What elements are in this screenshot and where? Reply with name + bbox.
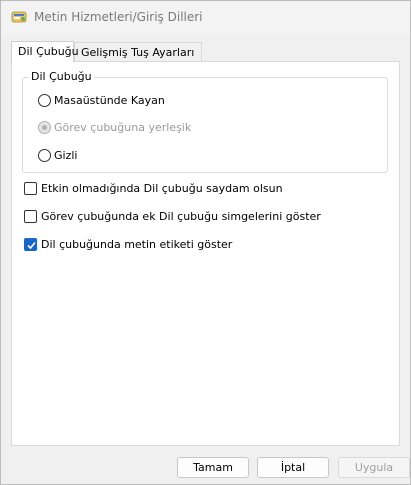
- radio-button: [38, 120, 51, 134]
- dialog-window: Metin Hizmetleri/Giriş Dilleri Dil Çubuğ…: [0, 0, 411, 485]
- tab-language-bar[interactable]: Dil Çubuğu: [11, 41, 79, 62]
- checkbox-label: Etkin olmadığında Dil çubuğu saydam olsu…: [41, 181, 283, 195]
- checkbox-label: Dil çubuğunda metin etiketi göster: [41, 237, 233, 251]
- language-settings-icon: [11, 9, 27, 25]
- group-legend: Dil Çubuğu: [29, 70, 94, 83]
- radio-label: Masaüstünde Kayan: [54, 93, 165, 107]
- tab-panel: Dil Çubuğu Masaüstünde Kayan Görev çubuğ…: [11, 61, 400, 446]
- window-title: Metin Hizmetleri/Giriş Dilleri: [34, 10, 203, 24]
- checkbox[interactable]: [24, 181, 37, 195]
- title-bar: Metin Hizmetleri/Giriş Dilleri: [1, 1, 410, 35]
- radio-floating-desktop[interactable]: Masaüstünde Kayan: [38, 92, 165, 108]
- checkmark-icon: [27, 241, 36, 249]
- checkbox-text-labels[interactable]: Dil çubuğunda metin etiketi göster: [24, 236, 232, 252]
- checkbox-transparent-inactive[interactable]: Etkin olmadığında Dil çubuğu saydam olsu…: [24, 180, 283, 196]
- radio-label: Gizli: [54, 148, 78, 162]
- radio-label: Görev çubuğuna yerleşik: [54, 120, 192, 134]
- checkbox-label: Görev çubuğunda ek Dil çubuğu simgelerin…: [41, 209, 321, 223]
- checkbox-extra-icons-taskbar[interactable]: Görev çubuğunda ek Dil çubuğu simgelerin…: [24, 208, 321, 224]
- checkbox[interactable]: [24, 209, 37, 223]
- language-bar-group: Dil Çubuğu Masaüstünde Kayan Görev çubuğ…: [22, 70, 388, 173]
- radio-hidden[interactable]: Gizli: [38, 147, 77, 163]
- ok-button[interactable]: Tamam: [177, 457, 249, 478]
- radio-button[interactable]: [38, 148, 51, 162]
- tab-strip: Dil Çubuğu Gelişmiş Tuş Ayarları: [11, 41, 400, 62]
- checkbox[interactable]: [24, 237, 37, 251]
- cancel-button[interactable]: İptal: [257, 457, 329, 478]
- tab-advanced-key-settings[interactable]: Gelişmiş Tuş Ayarları: [74, 42, 202, 61]
- apply-button: Uygula: [338, 457, 410, 478]
- radio-button[interactable]: [38, 93, 51, 107]
- radio-docked-taskbar: Görev çubuğuna yerleşik: [38, 119, 191, 135]
